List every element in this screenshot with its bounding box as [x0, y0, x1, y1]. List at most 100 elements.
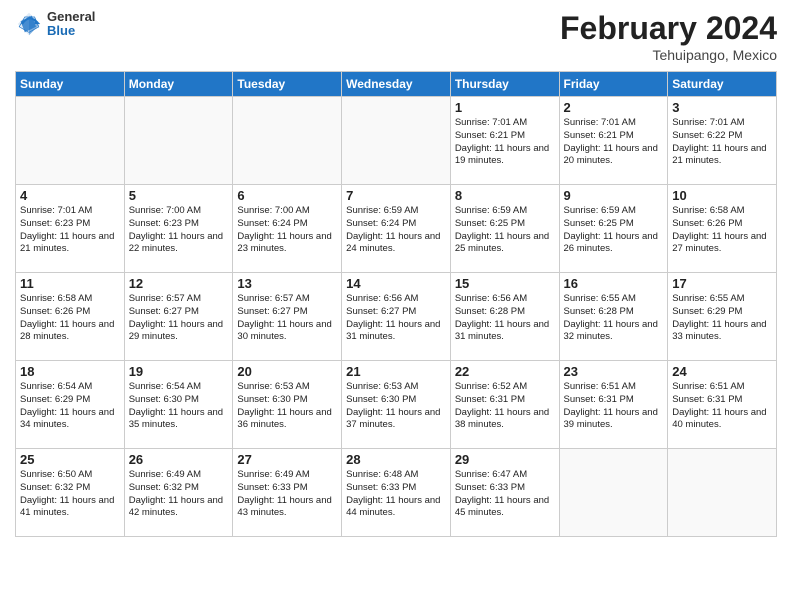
calendar-cell: 2 Sunrise: 7:01 AM Sunset: 6:21 PM Daylig… — [559, 97, 668, 185]
col-header-wednesday: Wednesday — [342, 72, 451, 97]
day-number: 29 — [455, 452, 555, 467]
day-number: 17 — [672, 276, 772, 291]
day-info: Sunrise: 6:59 AM Sunset: 6:25 PM Dayligh… — [455, 205, 555, 256]
day-number: 10 — [672, 188, 772, 203]
day-number: 21 — [346, 364, 446, 379]
day-info: Sunrise: 7:01 AM Sunset: 6:22 PM Dayligh… — [672, 117, 772, 168]
day-info: Sunrise: 7:01 AM Sunset: 6:21 PM Dayligh… — [564, 117, 664, 168]
day-number: 27 — [237, 452, 337, 467]
calendar-week-3: 18 Sunrise: 6:54 AM Sunset: 6:29 PM Dayli… — [16, 361, 777, 449]
day-info: Sunrise: 7:00 AM Sunset: 6:23 PM Dayligh… — [129, 205, 229, 256]
title-area: February 2024 Tehuipango, Mexico — [560, 10, 777, 63]
day-info: Sunrise: 6:56 AM Sunset: 6:27 PM Dayligh… — [346, 293, 446, 344]
calendar-cell: 4 Sunrise: 7:01 AM Sunset: 6:23 PM Daylig… — [16, 185, 125, 273]
day-info: Sunrise: 6:53 AM Sunset: 6:30 PM Dayligh… — [237, 381, 337, 432]
day-info: Sunrise: 6:49 AM Sunset: 6:33 PM Dayligh… — [237, 469, 337, 520]
calendar-cell: 26 Sunrise: 6:49 AM Sunset: 6:32 PM Dayli… — [124, 449, 233, 537]
day-number: 1 — [455, 100, 555, 115]
calendar-cell: 8 Sunrise: 6:59 AM Sunset: 6:25 PM Daylig… — [450, 185, 559, 273]
day-number: 9 — [564, 188, 664, 203]
calendar-cell: 1 Sunrise: 7:01 AM Sunset: 6:21 PM Daylig… — [450, 97, 559, 185]
day-number: 18 — [20, 364, 120, 379]
col-header-friday: Friday — [559, 72, 668, 97]
day-info: Sunrise: 6:54 AM Sunset: 6:29 PM Dayligh… — [20, 381, 120, 432]
logo-text: General Blue — [47, 10, 95, 39]
day-number: 4 — [20, 188, 120, 203]
calendar-cell: 7Sunrise: 6:59 AM Sunset: 6:24 PM Daylig… — [342, 185, 451, 273]
day-number: 25 — [20, 452, 120, 467]
calendar-cell — [559, 449, 668, 537]
day-info: Sunrise: 6:51 AM Sunset: 6:31 PM Dayligh… — [564, 381, 664, 432]
day-number: 5 — [129, 188, 229, 203]
calendar-header-row: SundayMondayTuesdayWednesdayThursdayFrid… — [16, 72, 777, 97]
day-number: 28 — [346, 452, 446, 467]
day-number: 12 — [129, 276, 229, 291]
calendar-cell: 12 Sunrise: 6:57 AM Sunset: 6:27 PM Dayli… — [124, 273, 233, 361]
calendar-cell: 6Sunrise: 7:00 AM Sunset: 6:24 PM Daylig… — [233, 185, 342, 273]
day-number: 14 — [346, 276, 446, 291]
calendar-cell: 5 Sunrise: 7:00 AM Sunset: 6:23 PM Daylig… — [124, 185, 233, 273]
calendar-cell: 18 Sunrise: 6:54 AM Sunset: 6:29 PM Dayli… — [16, 361, 125, 449]
day-info: Sunrise: 6:51 AM Sunset: 6:31 PM Dayligh… — [672, 381, 772, 432]
day-info: Sunrise: 6:59 AM Sunset: 6:25 PM Dayligh… — [564, 205, 664, 256]
logo: General Blue — [15, 10, 95, 39]
calendar-cell: 22Sunrise: 6:52 AM Sunset: 6:31 PM Dayli… — [450, 361, 559, 449]
calendar-cell — [16, 97, 125, 185]
calendar-cell: 20Sunrise: 6:53 AM Sunset: 6:30 PM Dayli… — [233, 361, 342, 449]
header: General Blue February 2024 Tehuipango, M… — [15, 10, 777, 63]
logo-blue: Blue — [47, 24, 95, 38]
day-info: Sunrise: 6:50 AM Sunset: 6:32 PM Dayligh… — [20, 469, 120, 520]
calendar-cell: 9 Sunrise: 6:59 AM Sunset: 6:25 PM Daylig… — [559, 185, 668, 273]
day-number: 3 — [672, 100, 772, 115]
calendar-week-4: 25 Sunrise: 6:50 AM Sunset: 6:32 PM Dayli… — [16, 449, 777, 537]
col-header-saturday: Saturday — [668, 72, 777, 97]
day-number: 15 — [455, 276, 555, 291]
col-header-thursday: Thursday — [450, 72, 559, 97]
day-info: Sunrise: 6:58 AM Sunset: 6:26 PM Dayligh… — [672, 205, 772, 256]
logo-icon — [15, 10, 43, 38]
day-number: 2 — [564, 100, 664, 115]
day-info: Sunrise: 6:54 AM Sunset: 6:30 PM Dayligh… — [129, 381, 229, 432]
calendar-cell: 23 Sunrise: 6:51 AM Sunset: 6:31 PM Dayli… — [559, 361, 668, 449]
day-info: Sunrise: 6:55 AM Sunset: 6:29 PM Dayligh… — [672, 293, 772, 344]
calendar-cell: 27 Sunrise: 6:49 AM Sunset: 6:33 PM Dayli… — [233, 449, 342, 537]
day-number: 16 — [564, 276, 664, 291]
calendar-cell: 29Sunrise: 6:47 AM Sunset: 6:33 PM Dayli… — [450, 449, 559, 537]
calendar-cell: 25 Sunrise: 6:50 AM Sunset: 6:32 PM Dayli… — [16, 449, 125, 537]
day-info: Sunrise: 6:59 AM Sunset: 6:24 PM Dayligh… — [346, 205, 446, 256]
day-number: 8 — [455, 188, 555, 203]
calendar-cell: 21Sunrise: 6:53 AM Sunset: 6:30 PM Dayli… — [342, 361, 451, 449]
calendar-cell — [668, 449, 777, 537]
day-number: 11 — [20, 276, 120, 291]
day-info: Sunrise: 6:49 AM Sunset: 6:32 PM Dayligh… — [129, 469, 229, 520]
day-number: 23 — [564, 364, 664, 379]
calendar-cell: 13 Sunrise: 6:57 AM Sunset: 6:27 PM Dayli… — [233, 273, 342, 361]
calendar-cell — [342, 97, 451, 185]
day-info: Sunrise: 6:48 AM Sunset: 6:33 PM Dayligh… — [346, 469, 446, 520]
day-info: Sunrise: 7:01 AM Sunset: 6:23 PM Dayligh… — [20, 205, 120, 256]
day-info: Sunrise: 6:57 AM Sunset: 6:27 PM Dayligh… — [237, 293, 337, 344]
calendar-cell: 19 Sunrise: 6:54 AM Sunset: 6:30 PM Dayli… — [124, 361, 233, 449]
day-number: 19 — [129, 364, 229, 379]
col-header-tuesday: Tuesday — [233, 72, 342, 97]
day-number: 22 — [455, 364, 555, 379]
calendar-cell: 3 Sunrise: 7:01 AM Sunset: 6:22 PM Daylig… — [668, 97, 777, 185]
day-info: Sunrise: 6:57 AM Sunset: 6:27 PM Dayligh… — [129, 293, 229, 344]
calendar-cell: 14 Sunrise: 6:56 AM Sunset: 6:27 PM Dayli… — [342, 273, 451, 361]
day-info: Sunrise: 7:01 AM Sunset: 6:21 PM Dayligh… — [455, 117, 555, 168]
calendar-cell: 28 Sunrise: 6:48 AM Sunset: 6:33 PM Dayli… — [342, 449, 451, 537]
day-number: 24 — [672, 364, 772, 379]
calendar-cell: 10 Sunrise: 6:58 AM Sunset: 6:26 PM Dayli… — [668, 185, 777, 273]
calendar-cell: 24 Sunrise: 6:51 AM Sunset: 6:31 PM Dayli… — [668, 361, 777, 449]
calendar-week-2: 11 Sunrise: 6:58 AM Sunset: 6:26 PM Dayli… — [16, 273, 777, 361]
calendar-cell — [233, 97, 342, 185]
day-info: Sunrise: 6:58 AM Sunset: 6:26 PM Dayligh… — [20, 293, 120, 344]
calendar: SundayMondayTuesdayWednesdayThursdayFrid… — [15, 71, 777, 537]
day-number: 26 — [129, 452, 229, 467]
day-info: Sunrise: 6:55 AM Sunset: 6:28 PM Dayligh… — [564, 293, 664, 344]
calendar-cell — [124, 97, 233, 185]
calendar-week-1: 4 Sunrise: 7:01 AM Sunset: 6:23 PM Daylig… — [16, 185, 777, 273]
day-number: 13 — [237, 276, 337, 291]
col-header-sunday: Sunday — [16, 72, 125, 97]
col-header-monday: Monday — [124, 72, 233, 97]
